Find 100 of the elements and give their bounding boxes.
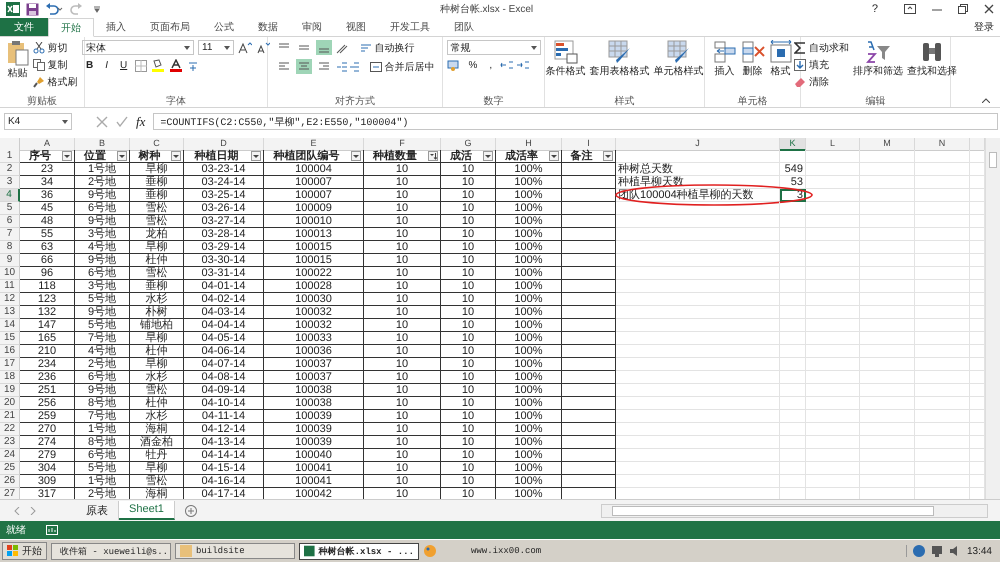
column-header[interactable]: L	[806, 138, 860, 151]
row-header[interactable]: 22	[0, 423, 20, 436]
row-header[interactable]: 16	[0, 345, 20, 358]
vertical-scrollbar[interactable]	[985, 138, 1000, 499]
row-header[interactable]: 13	[0, 306, 20, 319]
add-sheet-icon[interactable]	[184, 504, 197, 516]
column-header[interactable]: B	[75, 138, 130, 151]
ribbon-tab[interactable]: 开始	[48, 18, 94, 37]
filter-dropdown-icon[interactable]	[171, 151, 181, 161]
fill-color-icon[interactable]	[151, 59, 166, 72]
row-header[interactable]: 24	[0, 449, 20, 462]
ribbon-tab[interactable]: 插入	[94, 18, 138, 36]
taskbar-button[interactable]: 种树台帐.xlsx - ...	[299, 542, 419, 560]
sort-filter-icon[interactable]	[428, 151, 438, 161]
shrink-font-icon[interactable]	[256, 42, 270, 54]
comma-button[interactable]: ,	[485, 60, 496, 70]
row-header[interactable]: 4	[0, 189, 20, 202]
ribbon-tab[interactable]: 团队	[442, 18, 486, 36]
row-header[interactable]: 6	[0, 215, 20, 228]
palette-icon[interactable]	[423, 544, 437, 558]
decimal-icon[interactable]	[500, 59, 530, 71]
column-header[interactable]: I	[562, 138, 616, 151]
row-header[interactable]: 2	[0, 163, 20, 176]
row-header[interactable]: 17	[0, 358, 20, 371]
help-button[interactable]: ?	[872, 3, 878, 15]
row-header[interactable]: 11	[0, 280, 20, 293]
indent-icon[interactable]	[336, 62, 360, 72]
ribbon-button[interactable]: 排序和筛选	[853, 40, 903, 78]
ribbon-button[interactable]: 填充	[794, 57, 849, 72]
sheet-tab[interactable]: Sheet1	[119, 501, 175, 520]
row-header[interactable]: 9	[0, 254, 20, 267]
column-header[interactable]: A	[20, 138, 75, 151]
number-format-field[interactable]: 常规	[446, 40, 540, 55]
row-header[interactable]: 25	[0, 462, 20, 475]
filter-dropdown-icon[interactable]	[483, 151, 493, 161]
horizontal-scrollbar[interactable]	[601, 504, 988, 518]
vertical-align-button[interactable]	[316, 40, 332, 55]
column-header[interactable]: D	[184, 138, 264, 151]
borders-icon[interactable]	[135, 60, 148, 72]
macro-record-icon[interactable]	[46, 525, 58, 535]
row-header[interactable]: 1	[0, 150, 20, 163]
next-sheet-icon[interactable]	[30, 506, 36, 514]
ribbon-button[interactable]: 剪切	[32, 40, 78, 55]
row-header[interactable]: 8	[0, 241, 20, 254]
row-header[interactable]: 20	[0, 397, 20, 410]
ribbon-button[interactable]: 清除	[794, 74, 849, 89]
column-header[interactable]: G	[441, 138, 496, 151]
column-header[interactable]: M	[860, 138, 915, 151]
customize-toolbar-icon[interactable]	[93, 5, 101, 13]
row-header[interactable]: 3	[0, 176, 20, 189]
row-header[interactable]: 21	[0, 410, 20, 423]
ribbon-button[interactable]: 删除	[740, 40, 764, 78]
undo-icon[interactable]	[45, 3, 63, 15]
ribbon-display-icon[interactable]	[904, 4, 916, 14]
filter-dropdown-icon[interactable]	[549, 151, 559, 161]
row-header[interactable]: 26	[0, 475, 20, 488]
font-size-field[interactable]: 11	[198, 40, 234, 55]
wrap-text-button[interactable]: 自动换行	[360, 40, 414, 55]
filter-dropdown-icon[interactable]	[117, 151, 127, 161]
start-button[interactable]: 开始	[2, 542, 47, 560]
row-header[interactable]: 15	[0, 332, 20, 345]
filter-dropdown-icon[interactable]	[603, 151, 613, 161]
ribbon-tab[interactable]: 公式	[202, 18, 246, 36]
name-box[interactable]: K4	[4, 113, 72, 130]
ribbon-button[interactable]: 套用表格格式	[590, 40, 650, 78]
column-header[interactable]: C	[130, 138, 184, 151]
row-header[interactable]: 5	[0, 202, 20, 215]
close-icon[interactable]	[984, 4, 994, 14]
grow-font-icon[interactable]	[238, 42, 252, 54]
row-header[interactable]: 18	[0, 371, 20, 384]
row-header[interactable]: 23	[0, 436, 20, 449]
column-header[interactable]: H	[496, 138, 562, 151]
ribbon-button[interactable]: 格式	[768, 40, 792, 78]
ribbon-button[interactable]: 复制	[32, 57, 78, 72]
row-header[interactable]: 14	[0, 319, 20, 332]
row-header[interactable]: 19	[0, 384, 20, 397]
column-header[interactable]: N	[915, 138, 970, 151]
font-name-field[interactable]: 宋体	[82, 40, 194, 55]
ribbon-tab[interactable]: 审阅	[290, 18, 334, 36]
currency-icon[interactable]	[446, 59, 460, 71]
collapse-ribbon-icon[interactable]	[982, 98, 990, 103]
taskbar-button[interactable]: 收件箱 - xueweili@s...	[51, 542, 171, 560]
row-header[interactable]: 10	[0, 267, 20, 280]
save-icon[interactable]	[26, 2, 39, 16]
ribbon-tab[interactable]: 文件	[0, 18, 48, 36]
filter-dropdown-icon[interactable]	[351, 151, 361, 161]
previous-sheet-icon[interactable]	[14, 506, 20, 514]
ribbon-tab[interactable]: 视图	[334, 18, 378, 36]
font-style-button[interactable]: U	[116, 60, 132, 71]
row-header[interactable]: 12	[0, 293, 20, 306]
network-icon[interactable]	[930, 545, 943, 557]
ribbon-button[interactable]: 粘贴	[6, 40, 28, 80]
font-style-button[interactable]: I	[101, 60, 112, 71]
ribbon-button[interactable]: 查找和选择	[907, 40, 957, 78]
column-header[interactable]: F	[364, 138, 441, 151]
filter-dropdown-icon[interactable]	[251, 151, 261, 161]
insert-function-button[interactable]: fx	[136, 114, 146, 130]
ribbon-button[interactable]: 格式刷	[32, 74, 78, 89]
sign-in-link[interactable]: 登录	[974, 18, 1000, 36]
column-header[interactable]: E	[264, 138, 364, 151]
